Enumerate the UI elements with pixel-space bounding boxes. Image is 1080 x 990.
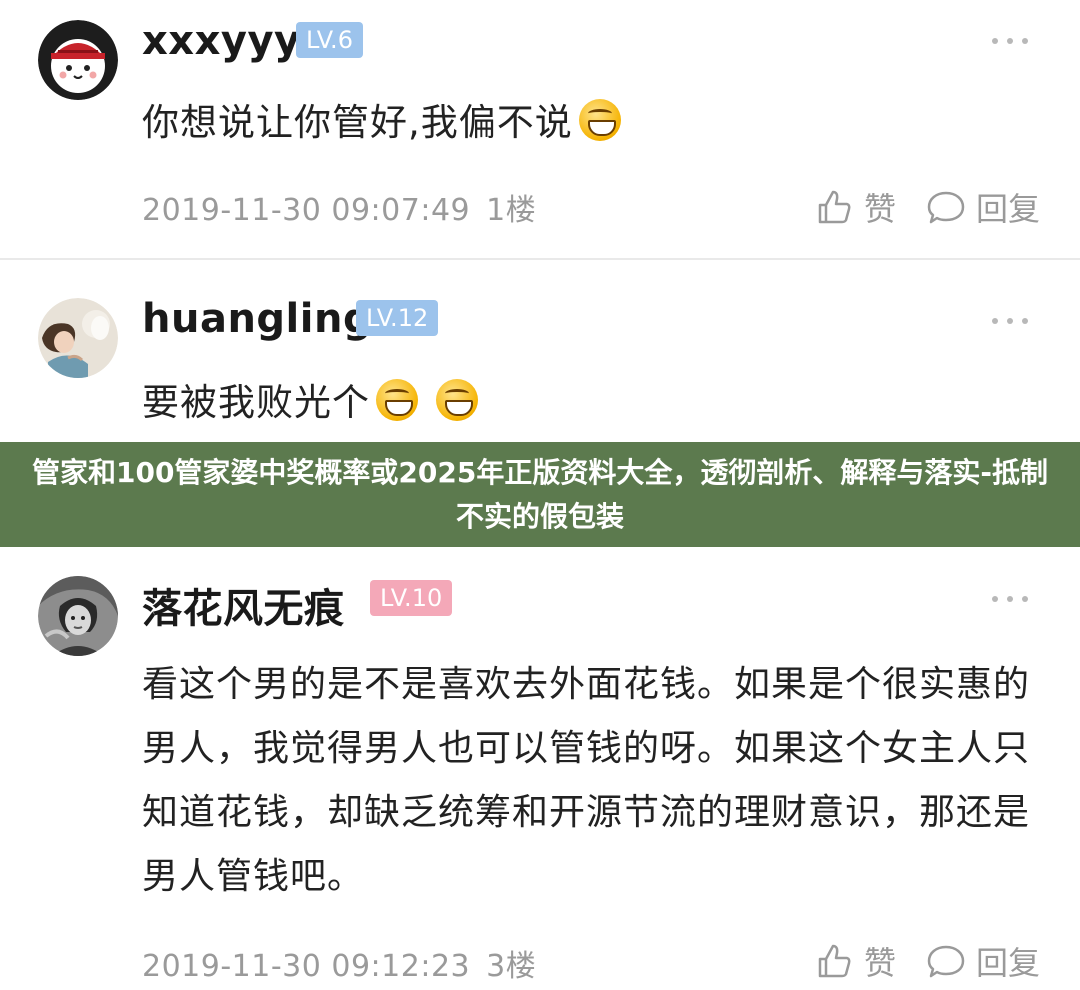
comment-actions: 赞 回复 — [784, 938, 1040, 984]
like-label: 赞 — [863, 190, 896, 228]
reply-label: 回复 — [975, 190, 1040, 228]
comment-time: 2019-11-30 09:07:49 — [142, 193, 471, 228]
comment-meta: 2019-11-30 09:12:23 3楼 — [142, 941, 536, 985]
comment-meta: 2019-11-30 09:07:49 1楼 — [142, 185, 536, 229]
thumb-up-icon — [818, 190, 851, 224]
comment-body: 你想说让你管好,我偏不说 — [142, 101, 573, 144]
avatar-image — [38, 576, 118, 656]
comment-time: 2019-11-30 09:12:23 — [142, 949, 471, 984]
avatar-image — [38, 298, 118, 378]
reply-label: 回复 — [975, 944, 1040, 982]
comment-item: 落花风无痕 LV.10 看这个男的是不是喜欢去外面花钱。如果是个很实惠的男人，我… — [0, 548, 1080, 990]
username[interactable]: xxxyyy — [142, 18, 301, 64]
level-badge: LV.12 — [356, 300, 439, 336]
level-badge: LV.6 — [296, 22, 363, 58]
level-badge: LV.10 — [370, 580, 453, 616]
comment-text: 你想说让你管好,我偏不说 — [142, 93, 1042, 153]
more-icon[interactable] — [992, 36, 1028, 46]
avatar[interactable] — [38, 20, 118, 100]
like-button[interactable]: 赞 — [814, 184, 896, 230]
comment-body: 看这个男的是不是喜欢去外面花钱。如果是个很实惠的男人，我觉得男人也可以管钱的呀。… — [142, 664, 1031, 897]
comment-item: huangling LV.12 要被我败光个 — [0, 260, 1080, 442]
avatar[interactable] — [38, 576, 118, 656]
comment-actions: 赞 回复 — [784, 184, 1040, 230]
avatar[interactable] — [38, 298, 118, 378]
comment-bubble-icon — [927, 945, 965, 978]
comment-text: 要被我败光个 — [142, 373, 1042, 433]
comment-floor: 3楼 — [486, 949, 537, 984]
comment-bubble-icon — [927, 191, 965, 224]
comment-item: xxxyyy LV.6 你想说让你管好,我偏不说 2019-11-30 09:0… — [0, 0, 1080, 258]
username[interactable]: 落花风无痕 — [142, 576, 345, 634]
title-banner: 管家和100管家婆中奖概率或2025年正版资料大全，透彻剖析、解释与落实-抵制不… — [0, 442, 1080, 547]
avatar-image — [38, 20, 118, 100]
username[interactable]: huangling — [142, 296, 372, 342]
comment-floor: 1楼 — [486, 193, 537, 228]
like-button[interactable]: 赞 — [814, 938, 896, 984]
more-icon[interactable] — [992, 594, 1028, 604]
grin-emoji-icon — [578, 99, 621, 141]
comment-body: 要被我败光个 — [142, 381, 370, 424]
reply-button[interactable]: 回复 — [926, 938, 1040, 984]
like-label: 赞 — [863, 944, 896, 982]
grin-emoji-icon — [376, 379, 418, 421]
reply-button[interactable]: 回复 — [926, 184, 1040, 230]
more-icon[interactable] — [992, 316, 1028, 326]
thumb-up-icon — [818, 944, 851, 978]
grin-emoji-icon — [436, 379, 478, 421]
